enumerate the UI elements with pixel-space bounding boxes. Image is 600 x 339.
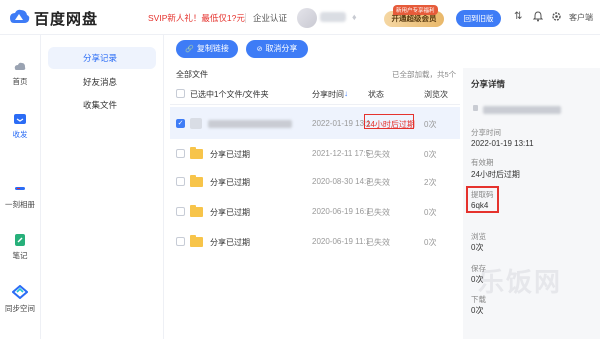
rail-label: 同步空间 [5,304,35,313]
album-icon [15,187,25,190]
username-blurred[interactable] [320,12,346,22]
validity-value: 24小时后过期 [471,170,520,179]
rail-label: 笔记 [12,251,28,260]
rail-item-sync[interactable]: 同步空间 [0,285,40,314]
view-count: 0次 [424,150,437,159]
row-checkbox[interactable] [176,177,185,186]
watermark: 乐饭网 [478,267,563,297]
copy-link-label: 复制链接 [196,44,229,53]
share-time: 2020-06-19 11:1 [312,237,371,246]
link-icon: 🔗 [185,46,194,53]
rail-item-album[interactable]: 一刻相册 [0,183,40,210]
cancel-share-label: 取消分享 [265,44,298,53]
share-time: 2020-08-30 14:3 [312,177,371,186]
subnav-item-share-records[interactable]: 分享记录 [48,47,156,69]
rail-item-home[interactable]: 首页 [0,60,40,87]
folder-icon [190,205,203,217]
transfer-icon[interactable]: ⇅ [514,11,522,22]
view-count: 0次 [424,238,437,247]
views-label: 浏览 [471,232,486,241]
baidu-netdisk-logo-icon [10,9,30,23]
copy-link-button[interactable]: 🔗 复制链接 [176,40,238,58]
view-count: 2次 [424,178,437,187]
row-checkbox[interactable] [176,207,185,216]
sort-desc-icon[interactable]: ↓ [344,89,348,98]
note-icon [15,234,25,246]
bell-icon[interactable] [533,11,543,22]
row-checkbox[interactable] [176,149,185,158]
subnav-item-collect-files[interactable]: 收集文件 [48,94,156,116]
cancel-icon: ⊘ [256,46,263,53]
share-time-label: 分享时间 [471,128,501,137]
select-all-checkbox[interactable] [176,89,185,98]
share-status: 已失效 [366,178,390,187]
downloads-value: 0次 [471,306,484,315]
enterprise-cert-link[interactable]: 企业认证 [253,12,287,24]
cancel-share-button[interactable]: ⊘ 取消分享 [246,40,308,58]
validity-label: 有效期 [471,158,494,167]
rail-item-share[interactable]: 收发 [0,113,40,140]
share-status: 已失效 [366,150,390,159]
diamond-icon: ♦ [352,12,357,22]
rail-label: 一刻相册 [5,200,35,209]
folder-icon [190,175,203,187]
view-count: 0次 [424,120,437,129]
column-time-header[interactable]: 分享时间 [312,89,344,100]
gear-icon[interactable] [551,11,562,22]
rail-item-notes[interactable]: 笔记 [0,234,40,261]
loaded-count: 已全部加载，共5个 [392,70,457,79]
svip-promo-link[interactable]: SVIP新人礼！最低仅1?元 [148,12,245,24]
old-version-button[interactable]: 回到旧版 [456,10,501,27]
header-divider [170,104,460,105]
column-name-header: 已选中1个文件/文件夹 [190,90,269,99]
share-time: 2022-01-19 13:1 [312,119,371,128]
detail-file-name-blurred [483,106,561,114]
row-checkbox-checked[interactable]: ✓ [176,119,185,128]
folder-icon [190,147,203,159]
share-time: 2020-06-19 16:1 [312,207,371,216]
file-icon [190,118,202,129]
column-views-header: 浏览次 [424,90,448,99]
rail-label: 收发 [12,130,28,139]
share-status: 已失效 [366,238,390,247]
cloud-icon [14,62,26,70]
share-status: 已失效 [366,208,390,217]
avatar[interactable] [297,8,317,28]
share-time: 2021-12-11 17:5 [312,149,371,158]
file-name[interactable]: 分享已过期 [210,149,250,160]
panel-title: 分享详情 [471,79,506,89]
status-highlight-box [364,114,414,129]
file-name[interactable]: 分享已过期 [210,237,250,248]
view-count: 0次 [424,208,437,217]
file-name[interactable]: 分享已过期 [210,177,250,188]
column-status-header: 状态 [368,90,384,99]
file-name[interactable]: 分享已过期 [210,207,250,218]
vip-promo-tag: 新用户专享福利 [393,5,438,15]
divider [245,13,246,23]
file-name-blurred[interactable] [208,120,292,128]
client-download-link[interactable]: 客户端 [569,12,593,23]
rail-label: 首页 [12,77,28,86]
sync-space-icon [12,285,28,299]
logo-text: 百度网盘 [34,11,99,28]
views-value: 0次 [471,243,484,252]
share-time-value: 2022-01-19 13:11 [471,139,534,148]
extract-code-highlight-box [466,186,499,213]
file-icon [473,105,478,111]
share-inbox-icon [14,114,26,124]
folder-icon [190,235,203,247]
subnav-item-friend-messages[interactable]: 好友消息 [48,71,156,93]
row-checkbox[interactable] [176,237,185,246]
section-title: 全部文件 [176,70,208,79]
